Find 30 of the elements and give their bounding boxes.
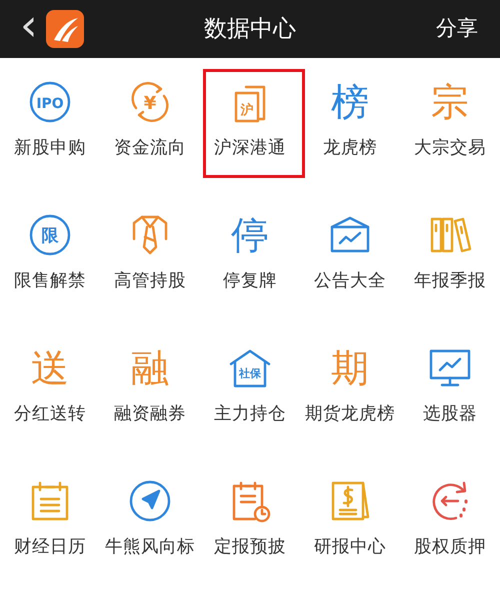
grid-item-label[interactable]: 定报预披	[214, 539, 286, 556]
grid-item-label[interactable]: 大宗交易	[414, 140, 486, 158]
grid-item-label[interactable]: 股权质押	[414, 539, 486, 556]
grid-item-label[interactable]: 研报中心	[314, 539, 386, 556]
character-icon: 榜	[326, 78, 374, 126]
grid-item-label[interactable]: 资金流向	[114, 140, 186, 158]
character-icon: 期	[326, 344, 374, 392]
grid-item-label[interactable]: 选股器	[423, 406, 477, 424]
grid-item-label[interactable]: 融资融券	[114, 406, 186, 424]
character-icon: 停	[226, 211, 274, 259]
grid-item-label[interactable]: 财经日历	[14, 539, 86, 556]
grid-item-label[interactable]: 牛熊风向标	[105, 539, 195, 556]
character-icon: 融	[126, 344, 174, 392]
grid-item-label[interactable]: 新股申购	[14, 140, 86, 158]
grid-item-label[interactable]: 高管持股	[114, 273, 186, 290]
grid-item-label[interactable]: 沪深港通	[214, 140, 286, 158]
grid-item-label[interactable]: 龙虎榜	[323, 140, 377, 158]
share-button[interactable]: 分享	[430, 12, 484, 46]
grid-item-label[interactable]: 期货龙虎榜	[305, 406, 395, 424]
grid-item-label[interactable]: 限售解禁	[14, 273, 86, 290]
character-icon: 宗	[426, 78, 474, 126]
back-button[interactable]: ‹	[16, 4, 42, 48]
grid-item-label[interactable]: 主力持仓	[214, 406, 286, 424]
grid-item-label[interactable]: 分红送转	[14, 406, 86, 424]
app-logo-icon	[46, 10, 84, 48]
page-title: 数据中心	[204, 16, 296, 42]
grid-item-label[interactable]: 公告大全	[314, 273, 386, 290]
grid-item-label[interactable]: 停复牌	[223, 273, 277, 290]
grid-item-label[interactable]: 年报季报	[414, 273, 486, 290]
character-icon: 送	[26, 344, 74, 392]
